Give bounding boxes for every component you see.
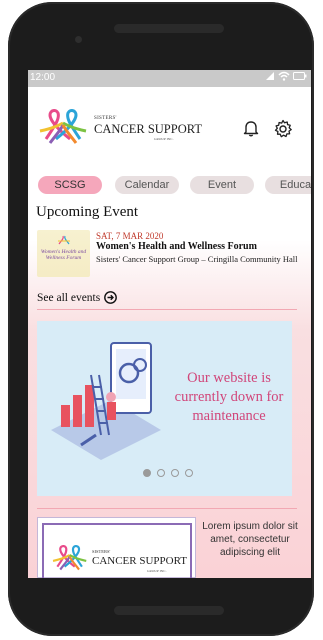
category-tabs: SCSG Calendar Event Educat	[28, 176, 311, 196]
scsg-logo[interactable]: SISTERS' CANCER SUPPORT GROUP INC.	[36, 109, 202, 145]
logo-sisters-text: SISTERS'	[94, 116, 117, 121]
card-description: Lorem ipsum dolor sit amet, consectetur …	[202, 521, 298, 558]
maintenance-banner-carousel[interactable]: Our website is currently down for mainte…	[37, 321, 292, 496]
carousel-dot-4[interactable]	[185, 469, 193, 477]
ribbon-logo-icon	[58, 235, 70, 245]
status-time: 12:00	[30, 72, 56, 83]
status-icons	[265, 71, 307, 81]
tab-scsg[interactable]: SCSG	[38, 176, 102, 194]
tab-education[interactable]: Educat	[265, 176, 311, 194]
logo-group-text: GROUP INC.	[154, 137, 174, 141]
card-logo-small-text: SISTERS'	[92, 549, 111, 554]
carousel-dot-1[interactable]	[143, 469, 151, 477]
phone-bottom-speaker	[114, 606, 224, 615]
battery-icon	[293, 72, 307, 80]
section-divider	[37, 508, 297, 509]
wifi-icon	[278, 71, 290, 81]
card-logo-frame: SISTERS' CANCER SUPPORT GROUP INC.	[42, 523, 192, 578]
banner-message: Our website is currently down for mainte…	[174, 370, 284, 424]
see-all-events-label: See all events	[37, 291, 101, 304]
card-logo-big-text: CANCER SUPPORT	[92, 555, 188, 567]
event-thumbnail-caption: Women's Health and Wellness Forum	[40, 249, 87, 261]
upcoming-event-heading: Upcoming Event	[36, 204, 139, 220]
carousel-dots	[143, 469, 193, 477]
event-title[interactable]: Women's Health and Wellness Forum	[96, 241, 257, 252]
event-date: SAT, 7 MAR 2020	[96, 231, 164, 241]
bell-icon[interactable]	[242, 119, 260, 137]
signal-icon	[266, 72, 274, 80]
app-header: SISTERS' CANCER SUPPORT GROUP INC.	[28, 87, 311, 169]
logo-cancer-support-text: CANCER SUPPORT	[94, 122, 202, 136]
event-location: Sisters' Cancer Support Group – Cringill…	[96, 254, 298, 264]
app-screen: 12:00 SISTERS' CANCER SUPPORT GROUP INC.	[28, 70, 311, 578]
ribbon-logo-icon	[39, 109, 87, 144]
phone-camera	[75, 36, 82, 43]
maintenance-illustration-icon	[51, 342, 161, 460]
section-divider	[37, 309, 297, 310]
ribbon-logo-icon	[52, 545, 87, 571]
tab-event[interactable]: Event	[190, 176, 254, 194]
carousel-dot-2[interactable]	[157, 469, 165, 477]
status-bar: 12:00	[28, 70, 311, 87]
arrow-right-circle-icon	[104, 291, 118, 304]
tab-calendar[interactable]: Calendar	[115, 176, 179, 194]
see-all-events-link[interactable]: See all events	[37, 291, 118, 304]
phone-speaker	[114, 24, 224, 33]
event-thumbnail[interactable]: Women's Health and Wellness Forum	[37, 230, 90, 277]
article-card-image[interactable]: SISTERS' CANCER SUPPORT GROUP INC.	[37, 517, 196, 578]
card-logo-group-text: GROUP INC.	[147, 569, 167, 573]
carousel-dot-3[interactable]	[171, 469, 179, 477]
gear-icon[interactable]	[273, 119, 293, 139]
